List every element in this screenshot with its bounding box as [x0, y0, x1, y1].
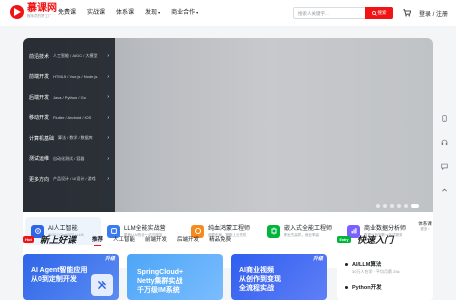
chevron-right-icon: › — [107, 94, 109, 100]
floating-toolbar — [438, 112, 450, 208]
carousel-dot[interactable] — [376, 204, 380, 208]
brand-logo[interactable]: 慕课网 程序员的梦工厂 — [10, 4, 57, 19]
category-item[interactable]: 前沿技术 人工智能 / AIGC / 大模型 › — [23, 46, 115, 67]
chevron-down-icon: ▾ — [158, 10, 161, 15]
chevron-right-icon: › — [107, 155, 109, 162]
hot-badge: Hot — [23, 236, 34, 243]
tab-backend[interactable]: 后端开发 — [177, 235, 199, 243]
nav-discover[interactable]: 发现▾ — [145, 9, 160, 17]
arrow-up-icon — [441, 188, 447, 191]
cart-icon[interactable] — [403, 9, 411, 17]
login-register-link[interactable]: 登录 / 注册 — [419, 9, 448, 18]
app-download-button[interactable] — [438, 112, 450, 124]
chevron-right-icon: › — [107, 135, 109, 141]
chevron-right-icon: › — [107, 176, 109, 182]
feedback-button[interactable] — [438, 160, 450, 172]
brand-name: 慕课网 — [27, 3, 57, 14]
category-item[interactable]: 计算机基础 算法 / 数学 / 数据库 › — [23, 128, 115, 149]
entry-badge: Entry — [337, 236, 351, 243]
category-item[interactable]: 前端开发 HTML5 / Vue.js / Node.js › — [23, 67, 115, 88]
back-to-top-button[interactable] — [438, 184, 450, 196]
category-item[interactable]: 后端开发 Java / Python / Go › — [23, 87, 115, 108]
brand-slogan: 程序员的梦工厂 — [27, 14, 52, 18]
course-tabs: 推荐 人工智能 前端开发 后端开发 精品免费 — [92, 235, 241, 246]
course-card[interactable]: SpringCloud+ Netty集群实战 千万级IM系统 — [127, 254, 223, 300]
path-card[interactable]: 嵌入式全能工程师 职业先赢机，就业率高 — [261, 217, 341, 245]
customer-service-button[interactable] — [438, 136, 450, 148]
upgrade-tag: 升级 — [104, 256, 115, 262]
list-item[interactable]: AI/LLM算法 — [345, 260, 425, 268]
chevron-right-icon: › — [107, 53, 109, 59]
tab-ai[interactable]: 人工智能 — [113, 235, 135, 243]
nav-business[interactable]: 商业合作▾ — [171, 9, 198, 17]
tab-recommended[interactable]: 推荐 — [92, 235, 103, 246]
top-navbar: 慕课网 程序员的梦工厂 免费课 实战课 体系课 发现▾ 商业合作▾ 搜索 登录 … — [0, 0, 456, 26]
logo-icon — [10, 4, 24, 19]
nav-free-courses[interactable]: 免费课 — [58, 9, 76, 17]
chevron-right-icon: › — [107, 73, 109, 80]
search-button[interactable]: 搜索 — [365, 7, 393, 19]
upgrade-tag: 升级 — [312, 256, 323, 262]
embedded-icon — [267, 224, 280, 238]
chat-icon — [440, 163, 448, 170]
carousel-dot[interactable] — [411, 204, 419, 208]
main-nav: 免费课 实战课 体系课 发现▾ 商业合作▾ — [58, 9, 209, 17]
tab-frontend[interactable]: 前端开发 — [145, 235, 167, 243]
phone-icon — [441, 114, 447, 122]
guide-meta: 30万人在学 · 平均月薪 25k — [352, 269, 400, 274]
category-item[interactable]: 测试运维 自动化测试 / 容器 › — [23, 149, 115, 170]
course-title: AI Agent智能应用 从0到定制开发 — [31, 267, 88, 283]
chevron-right-icon: › — [107, 114, 109, 121]
quick-start-list: AI/LLM算法 30万人在学 · 平均月薪 25k Python开发 — [337, 254, 433, 300]
nav-practical-courses[interactable]: 实战课 — [87, 9, 105, 17]
tools-icon — [91, 274, 113, 296]
category-menu: 前沿技术 人工智能 / AIGC / 大模型 › 前端开发 HTML5 / Vue.j… — [23, 38, 115, 212]
tab-free[interactable]: 精品免费 — [209, 235, 231, 243]
headset-icon — [441, 139, 447, 145]
carousel-indicators — [373, 204, 419, 208]
category-item[interactable]: 移动开发 Flutter / Android / iOS › — [23, 108, 115, 129]
course-title: AI商业视频 从创作到变现 全流程实战 — [239, 267, 281, 292]
course-card[interactable]: 升级 AI商业视频 从创作到变现 全流程实战 — [231, 254, 327, 300]
carousel-dot[interactable] — [404, 204, 408, 208]
list-item[interactable]: Python开发 — [345, 283, 425, 291]
category-item[interactable]: 更多方向 产品设计 / UI设计 / 游戏 › — [23, 169, 115, 190]
search-box: 搜索 — [293, 7, 393, 19]
carousel-dot[interactable] — [397, 204, 401, 208]
course-title: SpringCloud+ Netty集群实战 千万级IM系统 — [137, 269, 184, 294]
nav-system-courses[interactable]: 体系课 — [116, 9, 134, 17]
section-quick-start-header: Entry 快速入门 — [337, 233, 393, 246]
chevron-down-icon: ▾ — [196, 10, 199, 15]
section-title: 快速入门 — [357, 235, 394, 245]
search-input[interactable] — [298, 8, 364, 18]
section-title: 新上好课 — [40, 235, 77, 245]
carousel-dot[interactable] — [390, 204, 394, 208]
search-icon — [371, 10, 377, 16]
carousel-dot[interactable] — [383, 204, 387, 208]
course-card[interactable]: 升级 AI Agent智能应用 从0到定制开发 — [23, 254, 119, 300]
paths-more-link[interactable]: 体系课 更多 › — [402, 221, 448, 232]
section-new-courses-header: Hot 新上好课 — [23, 233, 76, 246]
